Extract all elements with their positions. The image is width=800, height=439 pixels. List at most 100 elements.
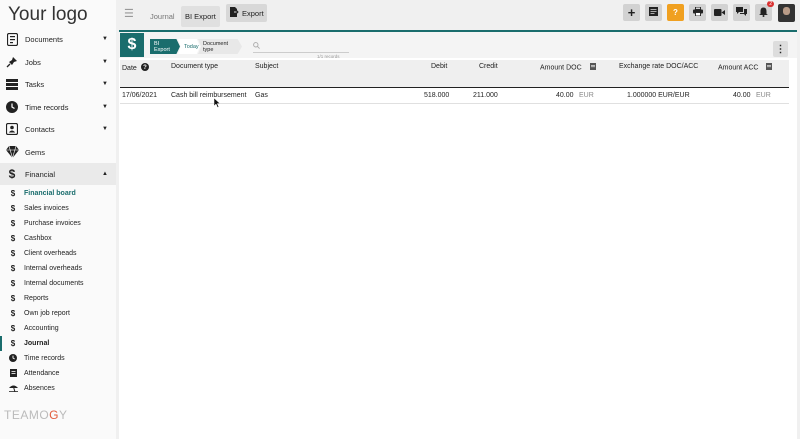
cell-subject: Gas	[255, 92, 268, 99]
mouse-pointer-icon	[213, 97, 221, 110]
contacts-icon	[5, 122, 19, 136]
dollar-icon: $	[10, 249, 16, 258]
column-label: Amount DOC	[540, 64, 582, 72]
search-icon[interactable]	[253, 42, 260, 51]
breadcrumb-document-type[interactable]: Document type	[198, 39, 242, 54]
dollar-icon: $	[10, 309, 16, 318]
sidebar-item-tasks[interactable]: Tasks ▼	[0, 73, 116, 95]
sidebar-item-jobs[interactable]: Jobs ▼	[0, 51, 116, 73]
document-icon	[766, 63, 773, 72]
breadcrumb-bi-export[interactable]: BI Export	[150, 39, 180, 54]
more-options-icon[interactable]: ⋮	[773, 41, 788, 57]
sidebar-subitem-internal-documents[interactable]: $ Internal documents	[0, 276, 116, 291]
chevron-down-icon: ▼	[102, 36, 108, 42]
dollar-icon: $	[10, 234, 16, 243]
dollar-icon: $	[8, 167, 16, 181]
notifications-button[interactable]: 2	[755, 1, 774, 21]
sidebar-subitem-sales-invoices[interactable]: $ Sales invoices	[0, 201, 116, 216]
sidebar-item-label: Jobs	[25, 57, 41, 67]
logo-text: TEAMO	[4, 408, 50, 422]
column-header-subject[interactable]: Subject	[255, 63, 278, 70]
video-button[interactable]	[711, 4, 728, 21]
sidebar-item-label: Gems	[25, 147, 46, 157]
dollar-icon: $	[10, 219, 16, 228]
help-circle-icon[interactable]: ?	[140, 63, 149, 73]
notes-button[interactable]	[645, 4, 662, 21]
sidebar-subitem-cashbox[interactable]: $ Cashbox	[0, 231, 116, 246]
sidebar-subitem-label: Cashbox	[24, 235, 52, 242]
tab-bi-export[interactable]: BI Export	[181, 6, 220, 27]
sidebar-item-gems[interactable]: Gems	[0, 141, 116, 163]
pin-icon	[5, 55, 19, 69]
sidebar-subitem-journal[interactable]: $ Journal	[0, 336, 116, 351]
company-logo: Your logo	[8, 4, 88, 25]
cell-amount-doc-currency: EUR	[579, 92, 594, 99]
sidebar-subitem-own-job-report[interactable]: $ Own job report	[0, 306, 116, 321]
sidebar-subitem-label: Financial board	[24, 190, 76, 197]
clock-icon	[8, 353, 18, 364]
attendance-icon	[8, 368, 18, 379]
dollar-icon: $	[10, 189, 16, 198]
sidebar-subitem-label: Internal documents	[24, 280, 84, 287]
export-button[interactable]: Export	[226, 4, 267, 22]
filter-bar: $ BI Export Today Document type 1/1 reco…	[119, 30, 797, 59]
sidebar-item-documents[interactable]: Documents ▼	[0, 28, 116, 50]
sidebar: Your logo Documents ▼ Jobs ▼ Tasks ▼ Tim…	[0, 0, 116, 439]
column-header-date[interactable]: Date ?	[122, 63, 149, 73]
sidebar-item-time-records[interactable]: Time records ▼	[0, 96, 116, 118]
cell-document-type: Cash bill reimbursement	[171, 92, 247, 99]
column-label: Amount ACC	[718, 64, 759, 72]
tab-journal[interactable]: Journal	[146, 6, 179, 27]
sidebar-item-financial[interactable]: $ Financial ▲	[0, 163, 116, 185]
chevron-up-icon: ▲	[102, 171, 108, 177]
sidebar-subitem-client-overheads[interactable]: $ Client overheads	[0, 246, 116, 261]
print-button[interactable]	[689, 4, 706, 21]
help-icon: ?	[673, 8, 678, 17]
sidebar-subitem-attendance[interactable]: Attendance	[0, 366, 116, 381]
tasks-icon	[5, 77, 19, 91]
printer-icon	[692, 6, 703, 18]
sidebar-subitem-absences[interactable]: Absences	[0, 381, 116, 396]
video-camera-icon	[714, 8, 725, 18]
sidebar-subitem-reports[interactable]: $ Reports	[0, 291, 116, 306]
beach-icon	[8, 384, 18, 394]
sidebar-subitem-internal-overheads[interactable]: $ Internal overheads	[0, 261, 116, 276]
help-button[interactable]: ?	[667, 4, 684, 21]
sidebar-subitem-purchase-invoices[interactable]: $ Purchase invoices	[0, 216, 116, 231]
sidebar-subitem-label: Reports	[24, 295, 49, 302]
chevron-down-icon: ▼	[102, 59, 108, 65]
sidebar-subitem-financial-board[interactable]: $ Financial board	[0, 186, 116, 201]
chevron-down-icon: ▼	[102, 104, 108, 110]
hamburger-menu-icon[interactable]: ☰	[124, 7, 134, 20]
column-header-exchange-rate[interactable]: Exchange rate DOC/ACC	[619, 63, 698, 70]
sidebar-subitem-time-records[interactable]: Time records	[0, 351, 116, 366]
column-header-debit[interactable]: Debit	[431, 63, 447, 70]
add-button[interactable]: +	[623, 4, 640, 21]
notes-icon	[649, 7, 658, 18]
record-count: 1/1 records	[317, 54, 340, 59]
cell-amount-doc: 40.00	[556, 92, 574, 99]
sidebar-subitem-label: Accounting	[24, 325, 59, 332]
search-input[interactable]	[253, 52, 349, 53]
sidebar-item-label: Contacts	[25, 124, 55, 134]
gem-icon	[5, 145, 19, 159]
column-header-credit[interactable]: Credit	[479, 63, 498, 70]
main-panel: $ BI Export Today Document type 1/1 reco…	[119, 30, 797, 439]
sidebar-item-contacts[interactable]: Contacts ▼	[0, 118, 116, 140]
sidebar-subitem-label: Purchase invoices	[24, 220, 81, 227]
column-header-amount-doc[interactable]: Amount DOC	[540, 63, 596, 72]
cell-exchange-rate: 1.000000 EUR/EUR	[627, 92, 690, 99]
column-header-amount-acc[interactable]: Amount ACC	[718, 63, 773, 72]
breadcrumb-today[interactable]: Today	[178, 39, 200, 54]
column-label: Date	[122, 64, 137, 72]
sidebar-subitem-label: Absences	[24, 385, 55, 392]
dollar-icon: $	[10, 339, 16, 348]
sidebar-subitem-label: Time records	[24, 355, 65, 362]
logo-text: Y	[59, 408, 68, 422]
sidebar-subitem-accounting[interactable]: $ Accounting	[0, 321, 116, 336]
user-avatar[interactable]	[778, 4, 795, 22]
column-header-document-type[interactable]: Document type	[171, 63, 218, 70]
active-indicator	[0, 336, 2, 351]
cell-debit: 518.000	[424, 92, 450, 99]
chat-button[interactable]	[733, 4, 750, 21]
